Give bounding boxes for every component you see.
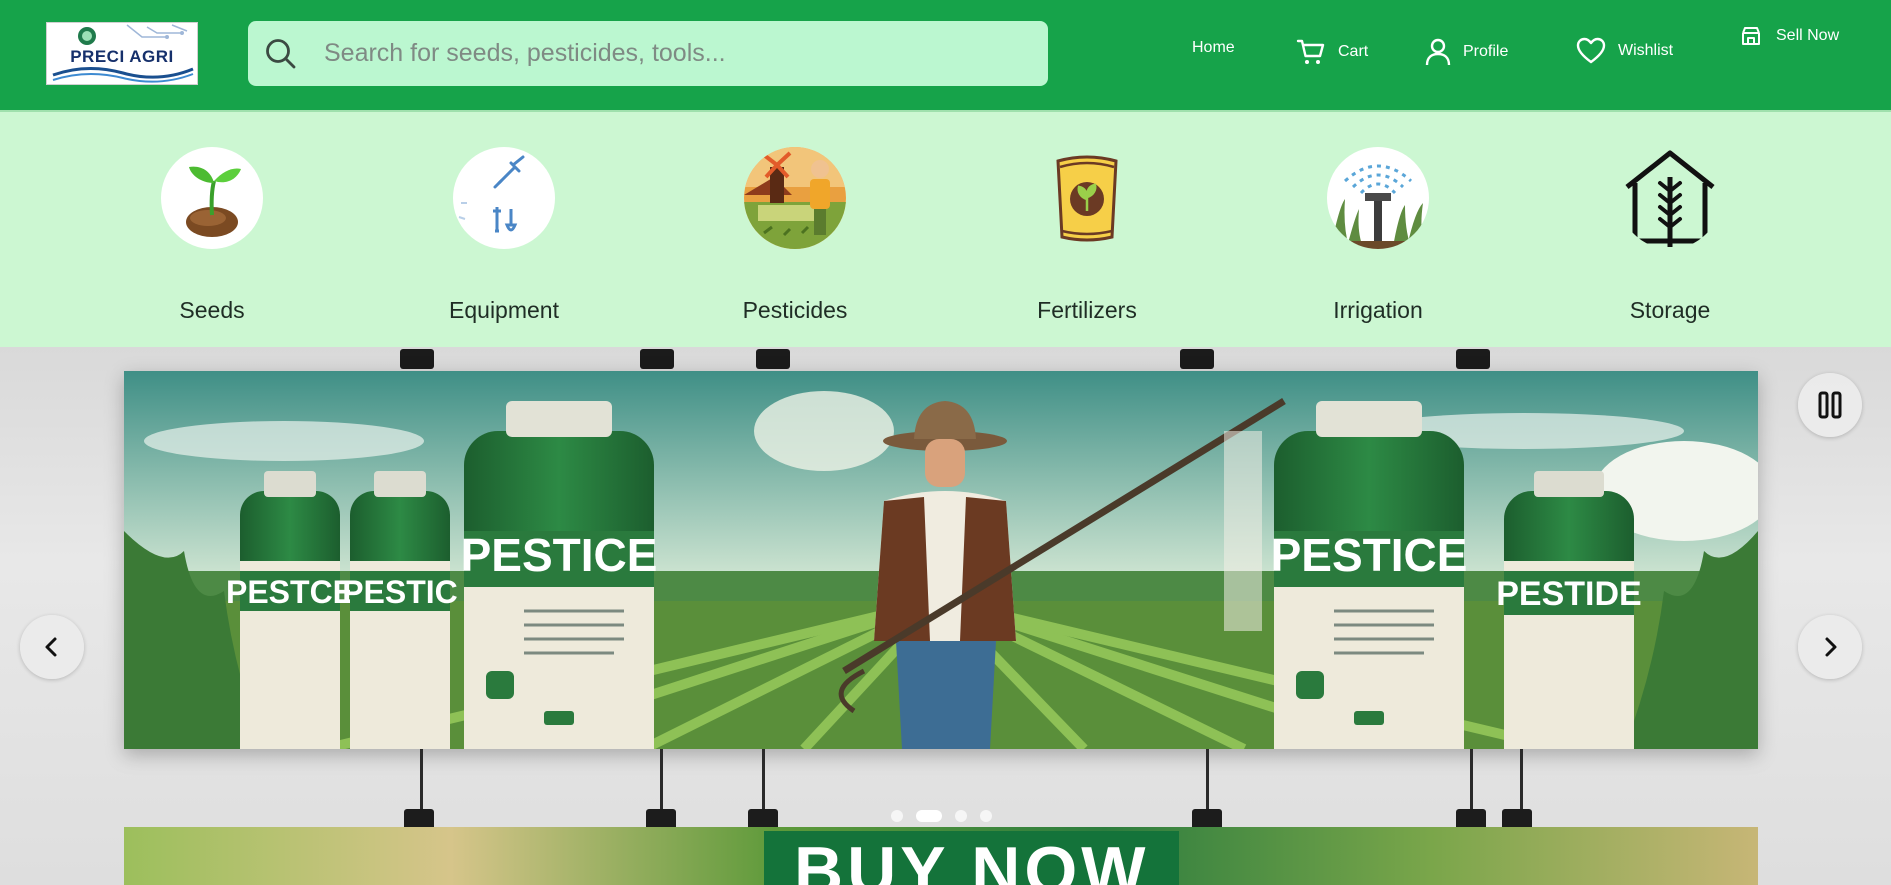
carousel-next-banner: BUY NOW [124,827,1758,885]
search-icon [266,39,296,69]
svg-text:PESTICE: PESTICE [1271,529,1468,581]
nav-sell-link[interactable]: Sell Now [1740,18,1846,54]
hero-carousel[interactable]: PESTCE PESTIC PESTICE PESTICE PESTIDE BU… [0,347,1891,885]
nav-cart-link[interactable]: Cart [1296,37,1368,67]
category-equipment[interactable]: Equipment [404,147,604,324]
category-fertilizers-label: Fertilizers [1037,297,1137,323]
store-icon [1742,27,1760,45]
category-storage[interactable]: Storage [1570,147,1770,324]
fertilizer-bag-icon [1036,147,1138,249]
carousel-slide-banner: PESTCE PESTIC PESTICE PESTICE PESTIDE [124,371,1758,749]
nav-wishlist-label: Wishlist [1618,42,1674,59]
carousel-dot[interactable] [980,810,992,822]
carousel-prev-button[interactable] [20,615,84,679]
bottle-right-2: PESTIDE [1496,471,1642,749]
category-strip: Seeds Equipment Pesticides Fertilizers I… [0,110,1891,347]
bottle-right-1: PESTICE [1271,401,1468,749]
nav-profile-label: Profile [1463,43,1509,60]
logo-text: PRECI AGRI [70,47,174,66]
category-storage-label: Storage [1629,297,1711,323]
logo[interactable]: PRECI AGRI [46,22,198,85]
storage-barn-icon [1619,147,1721,249]
category-pesticides-label: Pesticides [742,297,848,323]
sprinkler-icon [1327,147,1429,249]
buy-now-text: BUY NOW [764,831,1180,885]
user-icon [1425,38,1451,66]
category-equipment-label: Equipment [449,297,559,323]
nav-sell-label: Sell Now [1776,27,1840,44]
carousel-next-button[interactable] [1798,615,1862,679]
search-bar[interactable] [248,21,1048,86]
nav-wishlist-link[interactable]: Wishlist [1576,37,1673,65]
pesticide-banner-image: PESTCE PESTIC PESTICE PESTICE PESTIDE [124,371,1758,749]
category-pesticides[interactable]: Pesticides [695,147,895,324]
bottle-left-3: PESTICE [461,401,658,749]
carousel-indicators [891,810,1005,822]
nav-home-label: Home [1192,39,1235,56]
farmer-field-icon [744,147,846,249]
seed-sprout-icon [161,147,263,249]
carousel-pause-button[interactable] [1798,373,1862,437]
search-input[interactable] [324,31,1024,76]
category-seeds[interactable]: Seeds [112,147,312,324]
nav-profile-link[interactable]: Profile [1425,37,1508,67]
svg-text:PESTCE: PESTCE [226,574,354,610]
carousel-dot[interactable] [955,810,967,822]
cart-icon [1296,39,1325,64]
carousel-dot[interactable] [891,810,903,822]
chevron-left-icon [45,637,57,657]
pause-icon [1818,391,1842,419]
chevron-right-icon [1825,637,1837,657]
top-header: PRECI AGRI Home Cart Profile Wishlist [0,0,1891,110]
category-irrigation[interactable]: Irrigation [1278,147,1478,324]
category-irrigation-label: Irrigation [1333,297,1423,323]
svg-text:PESTIC: PESTIC [342,574,458,610]
category-fertilizers[interactable]: Fertilizers [987,147,1187,324]
svg-text:PESTICE: PESTICE [461,529,658,581]
heart-icon [1576,37,1606,64]
carousel-dot-active[interactable] [916,810,942,822]
nav-home-link[interactable]: Home [1192,39,1235,57]
tools-icon [453,147,555,249]
bottle-left-2: PESTIC [342,471,458,749]
category-seeds-label: Seeds [179,297,245,323]
bottle-left-1: PESTCE [226,471,354,749]
svg-text:PESTIDE: PESTIDE [1496,575,1641,613]
nav-cart-label: Cart [1338,43,1369,60]
